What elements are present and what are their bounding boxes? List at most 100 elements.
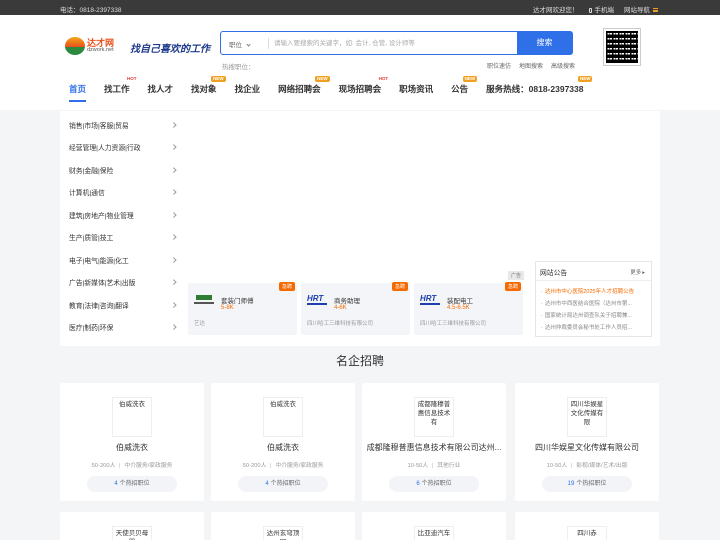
company-name: 伯威洗衣 bbox=[116, 443, 148, 452]
hot-jobs-label: 个热招职位 bbox=[119, 481, 150, 487]
urgent-badge: 急聘 bbox=[391, 282, 408, 291]
urgent-badge: 急聘 bbox=[278, 282, 295, 291]
company-size: 50-200人 bbox=[242, 463, 267, 469]
nav-find-talent[interactable]: 找人才 bbox=[139, 82, 183, 102]
hot-jobs-button[interactable]: 19 个热招职位 bbox=[542, 476, 632, 492]
category-item[interactable]: 教育|法律|咨询|翻译 bbox=[69, 300, 176, 310]
chevron-right-icon bbox=[170, 302, 176, 308]
company-industry: 中介服务/家政服务 bbox=[275, 463, 324, 469]
category-item[interactable]: 计算机|通信 bbox=[69, 187, 176, 197]
separator bbox=[432, 462, 434, 468]
featured-job-card[interactable]: HRT 商务助理 4-6K 四川哈工三维科技有限公司 急聘 bbox=[301, 282, 410, 335]
hot-jobs-count: 19 bbox=[567, 481, 575, 487]
chevron-right-icon bbox=[170, 234, 176, 240]
company-logo: 达州玄穹顶网 bbox=[263, 526, 303, 540]
hot-jobs-button[interactable]: 4 个热招职位 bbox=[238, 476, 328, 492]
quick-link-map-search[interactable]: 地图搜索 bbox=[519, 61, 543, 70]
nav-online-fair[interactable]: 网络招聘会 NEW bbox=[269, 76, 330, 102]
nav-onsite-fair[interactable]: 现场招聘会 HOT bbox=[330, 76, 391, 102]
site-logo[interactable]: 达才网 dzwork.net bbox=[65, 35, 123, 55]
company-logo-icon: HRT bbox=[420, 294, 440, 305]
search-type-label: 职位 bbox=[229, 42, 242, 49]
company-logo: 伯威洗衣 bbox=[263, 397, 303, 437]
job-title: 商务助理 bbox=[334, 298, 360, 305]
hot-jobs-count: 6 bbox=[416, 481, 420, 487]
company-card[interactable]: 四川华娱星文化传媒有限 四川华娱星文化传媒有限公司 10-50人 影视/媒体/艺术… bbox=[515, 383, 659, 501]
hotline-text: 电话：0818-2397338 bbox=[60, 7, 122, 14]
search-input[interactable] bbox=[274, 35, 514, 51]
company-card[interactable]: 比亚迪汽车 bbox=[362, 512, 506, 540]
top-bar: 电话：0818-2397338 达才网欢迎您！ 手机端 网站导航 bbox=[0, 0, 720, 15]
nav-find-company[interactable]: 找企业 bbox=[226, 82, 270, 102]
hot-jobs-button[interactable]: 4 个热招职位 bbox=[87, 476, 177, 492]
nav-label: 首页 bbox=[69, 84, 87, 94]
nav-find-job[interactable]: 找工作 HOT bbox=[95, 76, 139, 102]
nav-find-partner[interactable]: 找对象 NEW bbox=[182, 76, 226, 102]
hot-badge: HOT bbox=[127, 76, 137, 81]
company-logo-icon bbox=[194, 295, 214, 304]
category-label: 医疗|制药|环保 bbox=[69, 325, 114, 332]
chevron-right-icon bbox=[170, 144, 176, 150]
search-box: 职位 搜索 bbox=[220, 30, 573, 55]
announcement-item[interactable]: 达州市中西医结合医院（达州市第... bbox=[541, 299, 649, 307]
qr-code bbox=[603, 28, 641, 66]
category-item[interactable]: 电子|电气|能源|化工 bbox=[69, 255, 176, 265]
top-bar-links: 达才网欢迎您！ 手机端 网站导航 bbox=[533, 4, 658, 14]
quick-link-advanced-search[interactable]: 高级搜索 bbox=[551, 61, 575, 70]
nav-label: 现场招聘会 bbox=[338, 84, 382, 94]
site-nav-label: 网站导航 bbox=[624, 7, 650, 14]
chevron-right-icon bbox=[170, 279, 176, 285]
company-logo: 成都隆穆普惠信息技术有 bbox=[414, 397, 454, 437]
job-salary: 5-8K bbox=[221, 305, 234, 311]
company-logo: 四川赤 bbox=[567, 526, 607, 540]
nav-label: 找工作 bbox=[104, 84, 130, 94]
chevron-right-icon bbox=[170, 189, 176, 195]
announcement-item[interactable]: 国家统计局达州调查队关于招聘兼... bbox=[541, 311, 649, 319]
nav-career-news[interactable]: 职场资讯 bbox=[390, 82, 442, 102]
company-card[interactable]: 达州玄穹顶网 bbox=[211, 512, 355, 540]
new-badge: NEW bbox=[577, 76, 593, 82]
job-company: 四川哈工三维科技有限公司 bbox=[307, 321, 374, 327]
category-label: 广告|新媒体|艺术|出版 bbox=[69, 280, 136, 287]
nav-announcements[interactable]: 公告 NEW bbox=[442, 76, 478, 102]
search-button[interactable]: 搜索 bbox=[516, 30, 573, 55]
quick-link-subscribe[interactable]: 职位速仿 bbox=[487, 61, 511, 70]
company-card[interactable]: 四川赤 bbox=[515, 512, 659, 540]
search-type-select[interactable]: 职位 bbox=[229, 39, 251, 49]
category-item[interactable]: 生产|质管|技工 bbox=[69, 232, 176, 242]
svg-text:HRT: HRT bbox=[307, 294, 324, 303]
search-divider bbox=[268, 38, 269, 49]
category-item[interactable]: 经营管理|人力资源|行政 bbox=[69, 142, 176, 152]
category-item[interactable]: 财务|金融|保险 bbox=[69, 165, 176, 175]
company-card[interactable]: 伯威洗衣 伯威洗衣 50-200人 中介服务/家政服务 4 个热招职位 bbox=[211, 383, 355, 501]
announcement-item[interactable]: 达州市中心医院2025年人才招聘公告 bbox=[541, 287, 649, 295]
new-badge: NEW bbox=[315, 76, 330, 82]
menu-icon bbox=[653, 8, 658, 12]
nav-home[interactable]: 首页 bbox=[60, 82, 95, 102]
mobile-link[interactable]: 手机端 bbox=[588, 4, 615, 14]
site-nav-link[interactable]: 网站导航 bbox=[624, 4, 658, 14]
hot-jobs-button[interactable]: 6 个热招职位 bbox=[389, 476, 479, 492]
company-industry: 其他行业 bbox=[437, 463, 461, 469]
announcement-item[interactable]: 达州仲裁委员会秘书处工作人员招... bbox=[541, 323, 649, 331]
job-company: 艺达 bbox=[194, 321, 206, 327]
banner-area[interactable] bbox=[188, 111, 522, 281]
nav-service-hotline[interactable]: 服务热线：0818-2397338 NEW bbox=[477, 76, 593, 102]
company-size: 10-50人 bbox=[407, 463, 429, 469]
nav-label: 找对象 bbox=[191, 84, 217, 94]
featured-job-card[interactable]: HRT 装配电工 4.5-6.5K 四川哈工三维科技有限公司 急聘 bbox=[414, 282, 523, 335]
company-industry: 中介服务/家政服务 bbox=[124, 463, 173, 469]
announcement-more-link[interactable]: 更多 bbox=[630, 268, 645, 276]
featured-job-card[interactable]: 套装门师傅 5-8K 艺达 急聘 bbox=[188, 282, 297, 335]
new-badge: NEW bbox=[462, 76, 478, 82]
category-item[interactable]: 广告|新媒体|艺术|出版 bbox=[69, 277, 176, 287]
category-item[interactable]: 医疗|制药|环保 bbox=[69, 322, 176, 332]
company-card[interactable]: 成都隆穆普惠信息技术有 成都隆穆普惠信息技术有限公司达州... 10-50人 其他… bbox=[362, 383, 506, 501]
company-meta: 10-50人 其他行业 bbox=[366, 460, 502, 469]
category-item[interactable]: 销售|市场|客服|贸易 bbox=[69, 120, 176, 130]
category-item[interactable]: 建筑|房地产|物业管理 bbox=[69, 210, 176, 220]
main-nav: 首页 找工作 HOT 找人才 找对象 NEW 找企业 网络招聘会 NEW 现场招聘会 H… bbox=[60, 76, 593, 102]
company-card[interactable]: 伯威洗衣 伯威洗衣 50-200人 中介服务/家政服务 4 个热招职位 bbox=[60, 383, 204, 501]
mobile-label: 手机端 bbox=[594, 7, 615, 14]
company-card[interactable]: 天使贝贝母婴 bbox=[60, 512, 204, 540]
